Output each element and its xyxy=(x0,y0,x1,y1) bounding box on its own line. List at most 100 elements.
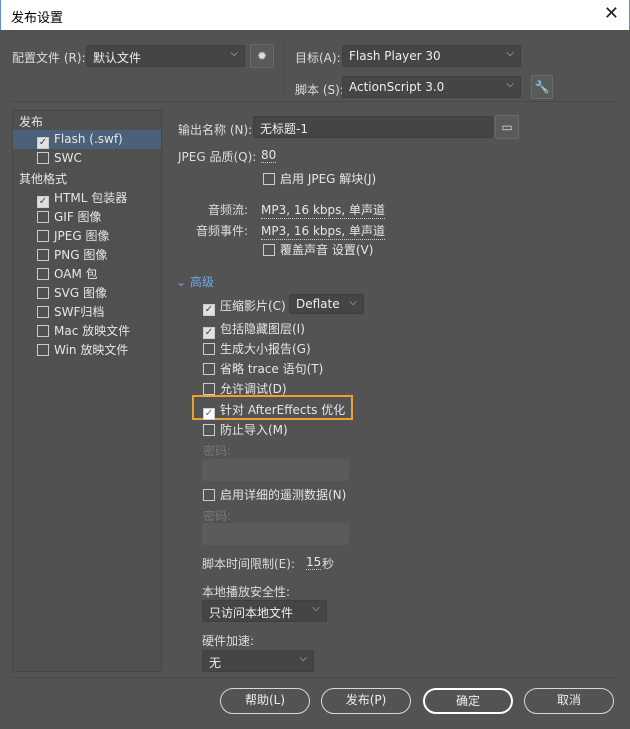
checkbox-label: 包括隐藏图层(I) xyxy=(220,322,305,336)
password-input xyxy=(202,459,349,481)
checkbox-checked-icon[interactable]: ✓ xyxy=(203,327,215,339)
script-label: 脚本 (S): xyxy=(295,83,344,97)
sidebar-item-svg[interactable]: SVG 图像 xyxy=(13,282,161,301)
chevron-down-icon: ⌵ xyxy=(299,653,307,664)
omit-trace-checkbox[interactable]: 省略 trace 语句(T) xyxy=(203,360,323,377)
sidebar-item-html[interactable]: ✓ HTML 包装器 xyxy=(13,187,161,208)
script-time-unit: 秒 xyxy=(322,557,335,571)
checkbox-icon[interactable] xyxy=(37,268,49,280)
sidebar-item-label: Mac 放映文件 xyxy=(54,324,131,338)
output-name-input[interactable]: 无标题-1 xyxy=(253,116,493,138)
password-label: 密码: xyxy=(203,444,232,458)
chevron-down-icon: ⌵ xyxy=(230,48,238,59)
divider xyxy=(283,44,284,96)
sidebar-header-publish: 发布 xyxy=(19,115,44,129)
title-bar: 发布设置 ✕ xyxy=(0,0,630,30)
advanced-label: 高级 xyxy=(189,275,214,289)
target-select[interactable]: Flash Player 30 ⌵ xyxy=(342,45,521,67)
checkbox-icon[interactable] xyxy=(203,343,215,355)
jpeg-quality-value[interactable]: 80 xyxy=(261,148,277,163)
sidebar-item-swf-archive[interactable]: SWF归档 xyxy=(13,301,161,320)
checkbox-label: 覆盖声音 设置(V) xyxy=(280,243,374,257)
jpeg-quality-label: JPEG 品质(Q): xyxy=(178,150,257,164)
sidebar-item-label: OAM 包 xyxy=(54,267,98,281)
chevron-down-icon: ⌄ xyxy=(176,275,190,289)
target-label: 目标(A): xyxy=(295,51,341,65)
output-name-label: 输出名称 (N): xyxy=(178,123,253,137)
checkbox-label: 允许调试(D) xyxy=(220,382,287,396)
ae-optimize-checkbox[interactable]: ✓ 针对 AfterEffects 优化 xyxy=(203,401,345,420)
checkbox-icon[interactable] xyxy=(37,152,49,164)
sidebar-item-flash[interactable]: ✓ Flash (.swf) xyxy=(13,130,161,149)
checkbox-label: 省略 trace 语句(T) xyxy=(220,362,324,376)
checkbox-checked-icon[interactable]: ✓ xyxy=(203,408,215,420)
checkbox-icon[interactable] xyxy=(203,489,215,501)
sidebar-item-swc[interactable]: SWC xyxy=(13,149,161,168)
browse-button[interactable]: ▭ xyxy=(495,115,519,139)
sidebar-item-label: SWF归档 xyxy=(54,305,105,319)
checkbox-icon[interactable] xyxy=(37,211,49,223)
checkbox-label: 防止导入(M) xyxy=(220,423,288,437)
wrench-icon: 🔧 xyxy=(534,80,550,94)
sidebar-item-mac-projector[interactable]: Mac 放映文件 xyxy=(13,320,161,339)
checkbox-label: 启用详细的遥测数据(N) xyxy=(220,488,347,502)
sidebar-item-label: JPEG 图像 xyxy=(54,229,110,243)
protect-import-checkbox[interactable]: 防止导入(M) xyxy=(203,421,288,438)
jpeg-deblock-checkbox[interactable]: 启用 JPEG 解块(J) xyxy=(263,170,376,187)
checkbox-icon[interactable] xyxy=(37,230,49,242)
profile-select[interactable]: 默认文件 ⌵ xyxy=(86,45,245,67)
checkbox-icon[interactable] xyxy=(203,424,215,436)
script-time-label: 脚本时间限制(E): xyxy=(202,557,295,571)
profile-label: 配置文件 (R): xyxy=(12,51,86,65)
checkbox-checked-icon[interactable]: ✓ xyxy=(203,304,215,316)
include-hidden-checkbox[interactable]: ✓ 包括隐藏图层(I) xyxy=(203,320,305,339)
size-report-checkbox[interactable]: 生成大小报告(G) xyxy=(203,340,311,357)
checkbox-icon[interactable] xyxy=(37,249,49,261)
checkbox-icon[interactable] xyxy=(203,383,215,395)
audio-stream-value[interactable]: MP3, 16 kbps, 单声道 xyxy=(261,201,386,219)
checkbox-icon[interactable] xyxy=(37,344,49,356)
script-select[interactable]: ActionScript 3.0 ⌵ xyxy=(342,76,521,98)
folder-icon: ▭ xyxy=(501,120,513,134)
checkbox-checked-icon[interactable]: ✓ xyxy=(37,137,49,149)
checkbox-icon[interactable] xyxy=(263,244,275,256)
chevron-down-icon: ⌵ xyxy=(349,297,357,308)
checkbox-icon[interactable] xyxy=(37,287,49,299)
audio-event-value[interactable]: MP3, 16 kbps, 单声道 xyxy=(261,222,386,240)
override-sound-checkbox[interactable]: 覆盖声音 设置(V) xyxy=(263,241,373,258)
window-title: 发布设置 xyxy=(11,11,64,26)
local-security-label: 本地播放安全性: xyxy=(202,585,291,599)
chevron-down-icon: ⌵ xyxy=(506,48,514,59)
script-time-value[interactable]: 15 xyxy=(306,555,322,570)
sidebar-item-oam[interactable]: OAM 包 xyxy=(13,263,161,282)
ok-button[interactable]: 确定 xyxy=(423,688,513,714)
telemetry-checkbox[interactable]: 启用详细的遥测数据(N) xyxy=(203,486,346,503)
divider xyxy=(12,101,614,102)
compress-checkbox[interactable]: ✓ 压缩影片(C) xyxy=(203,297,286,316)
sidebar-item-jpeg[interactable]: JPEG 图像 xyxy=(13,225,161,244)
sidebar-item-win-projector[interactable]: Win 放映文件 xyxy=(13,339,161,358)
checkbox-label: 启用 JPEG 解块(J) xyxy=(280,172,377,186)
hw-accel-select[interactable]: 无 ⌵ xyxy=(202,650,314,672)
checkbox-label: 针对 AfterEffects 优化 xyxy=(220,403,346,417)
sidebar-header-other: 其他格式 xyxy=(19,172,68,186)
sidebar-item-label: Flash (.swf) xyxy=(54,132,123,146)
script-settings-button[interactable]: 🔧 xyxy=(531,75,553,99)
close-icon[interactable]: ✕ xyxy=(604,3,619,24)
profile-gear-button[interactable]: ✹ xyxy=(250,44,274,68)
advanced-toggle[interactable]: ⌄ 高级 xyxy=(176,273,214,290)
checkbox-icon[interactable] xyxy=(263,173,275,185)
sidebar-item-png[interactable]: PNG 图像 xyxy=(13,244,161,263)
compress-select[interactable]: Deflate ⌵ xyxy=(289,294,364,314)
cancel-button[interactable]: 取消 xyxy=(524,688,614,714)
hw-accel-value: 无 xyxy=(209,656,222,670)
checkbox-icon[interactable] xyxy=(203,363,215,375)
checkbox-icon[interactable] xyxy=(37,325,49,337)
local-security-select[interactable]: 只访问本地文件 ⌵ xyxy=(202,600,327,622)
divider xyxy=(12,677,614,678)
script-value: ActionScript 3.0 xyxy=(349,80,445,94)
publish-button[interactable]: 发布(P) xyxy=(321,688,411,714)
help-button[interactable]: 帮助(L) xyxy=(220,688,310,714)
checkbox-icon[interactable] xyxy=(37,306,49,318)
sidebar-item-gif[interactable]: GIF 图像 xyxy=(13,206,161,225)
